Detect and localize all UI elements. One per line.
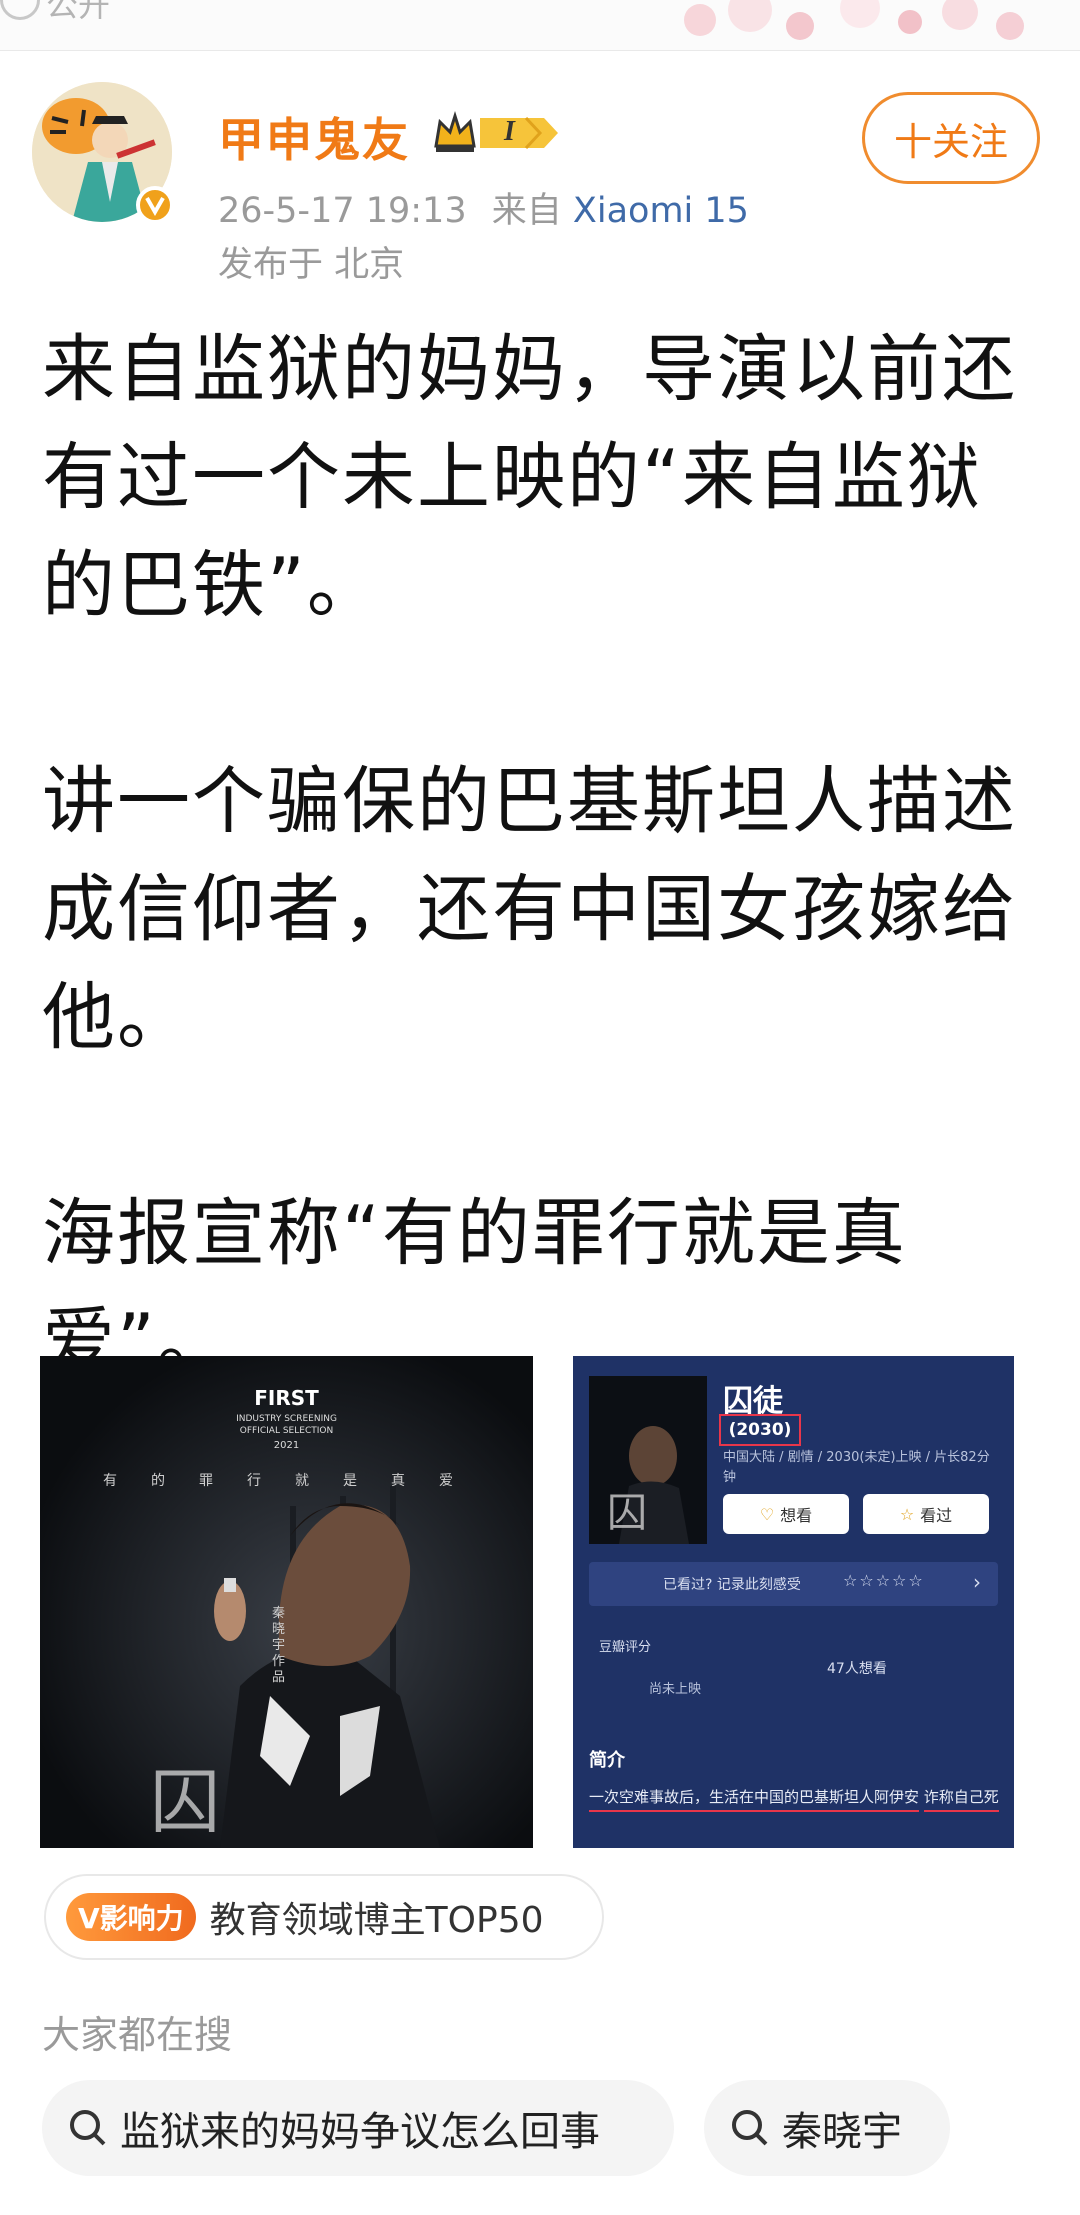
poster-festival-name: FIRST (254, 1386, 319, 1410)
poster-year: 2021 (273, 1440, 300, 1451)
chevron-right-icon: › (973, 1570, 981, 1594)
trending-search-chip[interactable]: 秦晓宇 (704, 2080, 950, 2176)
influence-badge[interactable]: V影响力 教育领域博主TOP50 (44, 1874, 604, 1960)
poster-selection-line2: OFFICIAL SELECTION (239, 1426, 334, 1436)
verified-badge-icon (136, 186, 174, 224)
trending-search-chip[interactable]: 监狱来的妈妈争议怎么回事 (42, 2080, 674, 2176)
visibility-label: 公开 (46, 0, 111, 24)
poster-director-credit: 秦晓宇 作品 (272, 1606, 286, 1685)
post-location: 发布于 北京 (218, 245, 405, 285)
movie-poster-image[interactable]: 囚 FIRST INDUSTRY SCREENING OFFICIAL SELE… (40, 1356, 533, 1848)
record-feeling-prompt: 已看过? 记录此刻感受 (663, 1577, 801, 1593)
synopsis-line: 诈称自己死亡，以期从保险公司骗取险金，却因此 (923, 1784, 999, 1812)
username[interactable]: 甲申鬼友 (218, 104, 410, 170)
movie-meta: 中国大陆 / 剧情 / 2030(未定)上映 / 片长82分钟 (723, 1450, 990, 1485)
record-feeling-bar[interactable]: 已看过? 记录此刻感受 ☆☆☆☆☆ › (589, 1562, 998, 1606)
search-icon (70, 2110, 106, 2146)
movie-info-image[interactable]: 囚 囚徒 (2030) 中国大陆 / 剧情 / 2030(未定)上映 / 片长8… (573, 1356, 1014, 1848)
search-icon (732, 2110, 768, 2146)
level-badge-icon (480, 116, 558, 150)
level-value: I (504, 116, 515, 147)
synopsis-text: 一次空难事故后，生活在中国的巴基斯坦人阿伊安 诈称自己死亡，以期从保险公司骗取险… (589, 1784, 999, 1812)
info-thumbnail: 囚 (589, 1376, 707, 1544)
want-to-watch-button[interactable]: ♡ 想看 (723, 1494, 849, 1534)
rating-stars-icon: ☆☆☆☆☆ (843, 1571, 925, 1590)
rating-value: 尚未上映 (649, 1682, 702, 1697)
post-paragraph: 来自监狱的妈妈，导演以前还有过一个未上映的“来自监狱的巴铁”。 (42, 327, 1017, 628)
post-paragraph: 讲一个骗保的巴基斯坦人描述成信仰者，还有中国女孩嫁给他。 (42, 759, 1017, 1060)
poster-tagline: 有的罪行就是真爱 (103, 1473, 487, 1489)
want-to-watch-label: 想看 (780, 1506, 813, 1525)
trending-search-label: 秦晓宇 (782, 2109, 902, 2155)
movie-year: (2030) (719, 1414, 801, 1446)
device-name: Xiaomi 15 (572, 191, 749, 231)
watched-button[interactable]: ☆ 看过 (863, 1494, 989, 1534)
poster-selection-line1: INDUSTRY SCREENING (236, 1414, 337, 1424)
post-timestamp: 26-5-17 19:13 (218, 191, 467, 231)
influence-text: 教育领域博主TOP50 (209, 1900, 544, 1941)
influence-tag: V影响力 (66, 1893, 196, 1941)
level-badge: I (478, 114, 560, 152)
synopsis-line: 一次空难事故后，生活在中国的巴基斯坦人阿伊安 (589, 1784, 920, 1812)
info-thumbnail-art: 囚 (607, 1426, 689, 1544)
blossom-decoration-icon (684, 0, 1024, 40)
follow-button[interactable]: 十关注 (862, 92, 1040, 184)
rating-label: 豆瓣评分 (599, 1640, 652, 1655)
top-strip: 公开 (0, 0, 1080, 51)
trending-search-label: 监狱来的妈妈争议怎么回事 (120, 2109, 600, 2155)
watched-label: 看过 (920, 1506, 953, 1525)
post-meta: 26-5-17 19:13 来自 Xiaomi 15 (218, 182, 749, 233)
trending-title: 大家都在搜 (42, 2013, 233, 2057)
svg-text:囚: 囚 (607, 1490, 647, 1536)
star-outline-icon: ☆ (899, 1504, 915, 1524)
synopsis-title: 简介 (589, 1750, 625, 1771)
post-body: 来自监狱的妈妈，导演以前还有过一个未上映的“来自监狱的巴铁”。 讲一个骗保的巴基… (42, 316, 1042, 1396)
want-count: 47人想看 (827, 1661, 887, 1677)
heart-icon: ♡ (759, 1504, 775, 1524)
svg-text:囚: 囚 (150, 1761, 220, 1843)
crown-icon (434, 110, 476, 152)
source-prefix: 来自 (491, 191, 562, 231)
lock-icon (0, 0, 40, 20)
